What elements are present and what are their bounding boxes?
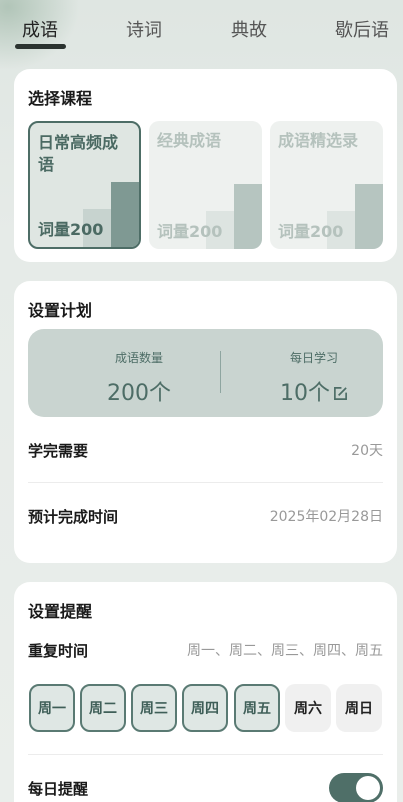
daily-reminder-label: 每日提醒 bbox=[28, 780, 89, 798]
course-name: 成语精选录 bbox=[278, 131, 359, 150]
course-count: 词量200 bbox=[157, 222, 223, 241]
tab-diangu[interactable]: 典故 bbox=[231, 16, 267, 42]
course-bar-decoration bbox=[355, 184, 383, 249]
repeat-time-row: 重复时间 周一、周二、周三、周四、周五 bbox=[28, 640, 383, 664]
plan-stats-panel: 成语数量 200个 每日学习 10个 bbox=[28, 329, 383, 417]
course-name: 日常高频成语 bbox=[38, 133, 119, 174]
tab-xiehouyu[interactable]: 歇后语 bbox=[335, 16, 389, 42]
finish-days-label: 学完需要 bbox=[28, 442, 89, 460]
course-bar-decoration bbox=[234, 184, 262, 249]
day-tuesday-button[interactable]: 周二 bbox=[80, 684, 126, 732]
day-wednesday-button[interactable]: 周三 bbox=[131, 684, 177, 732]
category-tabs: 成语 诗词 典故 歇后语 bbox=[0, 0, 403, 56]
course-bar-decoration bbox=[111, 182, 139, 247]
plan-card: 设置计划 成语数量 200个 每日学习 10个 学完需要 20天 预计完成时间 … bbox=[14, 281, 397, 563]
tab-chengyu[interactable]: 成语 bbox=[22, 16, 58, 42]
day-saturday-button[interactable]: 周六 bbox=[285, 684, 331, 732]
tab-shici[interactable]: 诗词 bbox=[126, 16, 162, 42]
course-option-classic[interactable]: 经典成语 词量200 bbox=[149, 121, 262, 249]
finish-days-value: 20天 bbox=[351, 443, 383, 459]
course-option-daily[interactable]: 日常高频成语 词量200 bbox=[28, 121, 141, 249]
daily-value-button[interactable]: 10个 bbox=[249, 375, 379, 407]
daily-value: 10个 bbox=[280, 381, 330, 406]
course-name: 经典成语 bbox=[157, 131, 222, 150]
repeat-time-value: 周一、周二、周三、周四、周五 bbox=[187, 643, 383, 659]
course-count: 词量200 bbox=[278, 222, 344, 241]
day-sunday-button[interactable]: 周日 bbox=[336, 684, 382, 732]
plan-section-title: 设置计划 bbox=[28, 301, 93, 320]
day-monday-button[interactable]: 周一 bbox=[29, 684, 75, 732]
day-friday-button[interactable]: 周五 bbox=[234, 684, 280, 732]
repeat-time-label: 重复时间 bbox=[28, 642, 89, 660]
finish-date-value: 2025年02月28日 bbox=[269, 509, 383, 525]
daily-reminder-toggle[interactable] bbox=[329, 773, 383, 802]
course-option-selected[interactable]: 成语精选录 词量200 bbox=[270, 121, 383, 249]
quantity-value: 200个 bbox=[107, 381, 171, 406]
edit-icon[interactable] bbox=[333, 386, 348, 401]
course-card: 选择课程 日常高频成语 词量200 经典成语 词量200 成语精选录 词量200 bbox=[14, 69, 397, 262]
reminder-section-title: 设置提醒 bbox=[28, 602, 93, 621]
row-divider bbox=[28, 754, 383, 755]
finish-date-label: 预计完成时间 bbox=[28, 508, 119, 526]
reminder-card: 设置提醒 重复时间 周一、周二、周三、周四、周五 周一 周二 周三 周四 周五 … bbox=[14, 582, 397, 802]
stats-divider bbox=[220, 351, 221, 393]
quantity-label: 成语数量 bbox=[114, 351, 163, 365]
toggle-knob bbox=[356, 776, 380, 800]
finish-date-row: 预计完成时间 2025年02月28日 bbox=[28, 506, 383, 530]
finish-days-row: 学完需要 20天 bbox=[28, 440, 383, 464]
daily-label: 每日学习 bbox=[289, 351, 338, 365]
day-thursday-button[interactable]: 周四 bbox=[182, 684, 228, 732]
row-divider bbox=[28, 482, 383, 483]
course-section-title: 选择课程 bbox=[28, 89, 93, 108]
course-count: 词量200 bbox=[38, 220, 104, 239]
active-tab-indicator bbox=[15, 44, 66, 49]
